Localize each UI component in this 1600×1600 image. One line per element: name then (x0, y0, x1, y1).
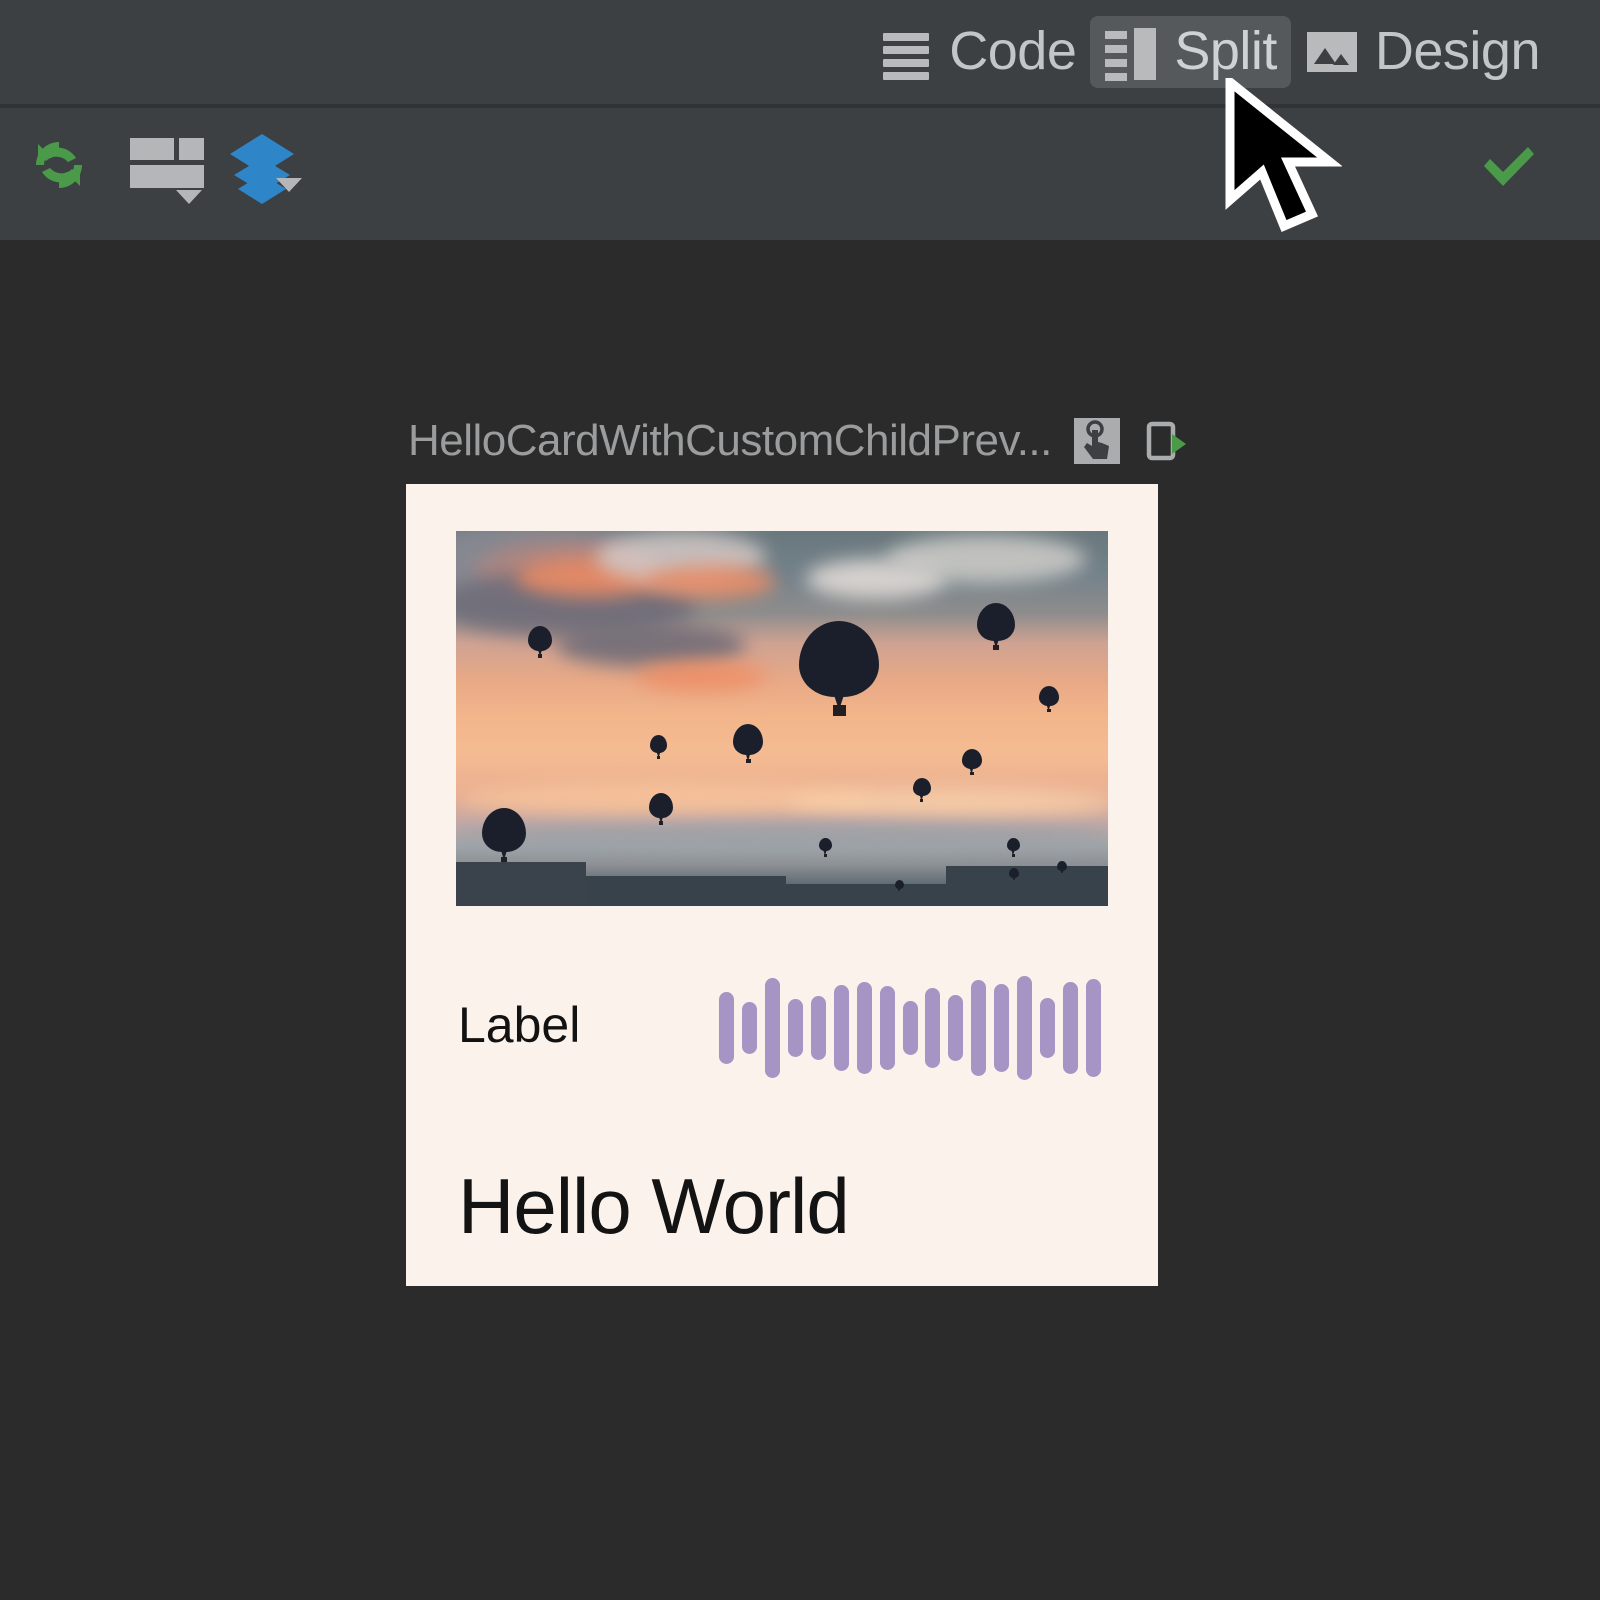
chevron-down-icon[interactable] (176, 190, 202, 204)
balloon (650, 735, 667, 759)
split-panes-icon (1104, 26, 1158, 81)
balloon (962, 749, 982, 776)
balloon (913, 778, 931, 803)
ridge (456, 862, 586, 906)
ridge (946, 866, 1108, 906)
balloon (819, 838, 832, 857)
code-lines-icon (879, 26, 933, 80)
build-and-refresh-button[interactable] (28, 136, 90, 194)
image-preview-icon (1305, 26, 1359, 76)
balloon (799, 621, 879, 717)
cloud (646, 565, 776, 599)
waveform-bar (787, 999, 803, 1057)
waveform-bar (1063, 982, 1079, 1074)
waveform-bar (764, 978, 780, 1078)
balloon (1007, 838, 1020, 857)
ui-check-layers-button[interactable] (228, 132, 308, 206)
interactive-mode-button[interactable] (1073, 418, 1120, 464)
preview-card[interactable]: Label Hello World (406, 484, 1158, 1286)
build-successful-indicator (1478, 140, 1540, 192)
phone-with-play-icon (1146, 421, 1186, 461)
layers-stack-icon (230, 134, 294, 204)
waveform-bar (719, 992, 734, 1064)
waveform-bar (994, 984, 1010, 1072)
cloud (786, 787, 1108, 817)
view-mode-toggle-group: Code Split Design (865, 16, 1600, 88)
view-layout-button[interactable] (130, 138, 204, 204)
waveform-bar (833, 985, 849, 1071)
balloon (733, 724, 763, 764)
editor-view-mode-bar: Code Split Design (0, 0, 1600, 104)
balloon (1057, 861, 1067, 875)
waveform-bar (741, 1002, 757, 1054)
preview-name-label: HelloCardWithCustomChildPrev... (408, 416, 1052, 465)
waveform-bar (1017, 976, 1033, 1080)
tab-design-label: Design (1374, 21, 1541, 81)
cloud (886, 535, 1086, 583)
balloon (977, 603, 1015, 651)
refresh-circular-arrows-icon (36, 142, 82, 188)
tab-code[interactable]: Code (865, 16, 1090, 88)
balloon (1039, 686, 1059, 713)
layout-grid-icon (130, 138, 174, 160)
tab-code-label: Code (949, 21, 1077, 81)
waveform-bar (948, 995, 964, 1061)
cloud (636, 661, 766, 691)
tab-design[interactable]: Design (1291, 16, 1554, 88)
waveform-bar (1040, 998, 1056, 1058)
preview-header: HelloCardWithCustomChildPrev... (408, 418, 1188, 464)
card-title: Hello World (458, 1162, 850, 1250)
balloon (649, 793, 673, 825)
hand-pointer-icon (1083, 420, 1109, 459)
chevron-down-icon[interactable] (276, 178, 302, 192)
waveform-bar (1086, 979, 1102, 1077)
balloon (528, 626, 552, 658)
waveform-bar (971, 980, 987, 1076)
balloon (895, 880, 904, 893)
tab-split[interactable]: Split (1090, 16, 1291, 88)
audio-waveform (716, 968, 1106, 1088)
waveform-bar (810, 996, 826, 1060)
tab-split-label: Split (1174, 21, 1277, 81)
check-mark-icon (1484, 147, 1534, 186)
waveform-bar (925, 988, 941, 1068)
waveform-bar (902, 1001, 918, 1055)
run-on-device-button[interactable] (1142, 418, 1188, 464)
balloon (482, 808, 526, 864)
waveform-bar (856, 982, 872, 1074)
balloon (1009, 868, 1019, 882)
card-label: Label (458, 997, 581, 1053)
cloud (556, 623, 746, 667)
waveform-bar (879, 986, 895, 1070)
hot-air-balloons-sunset-photo (456, 531, 1108, 906)
